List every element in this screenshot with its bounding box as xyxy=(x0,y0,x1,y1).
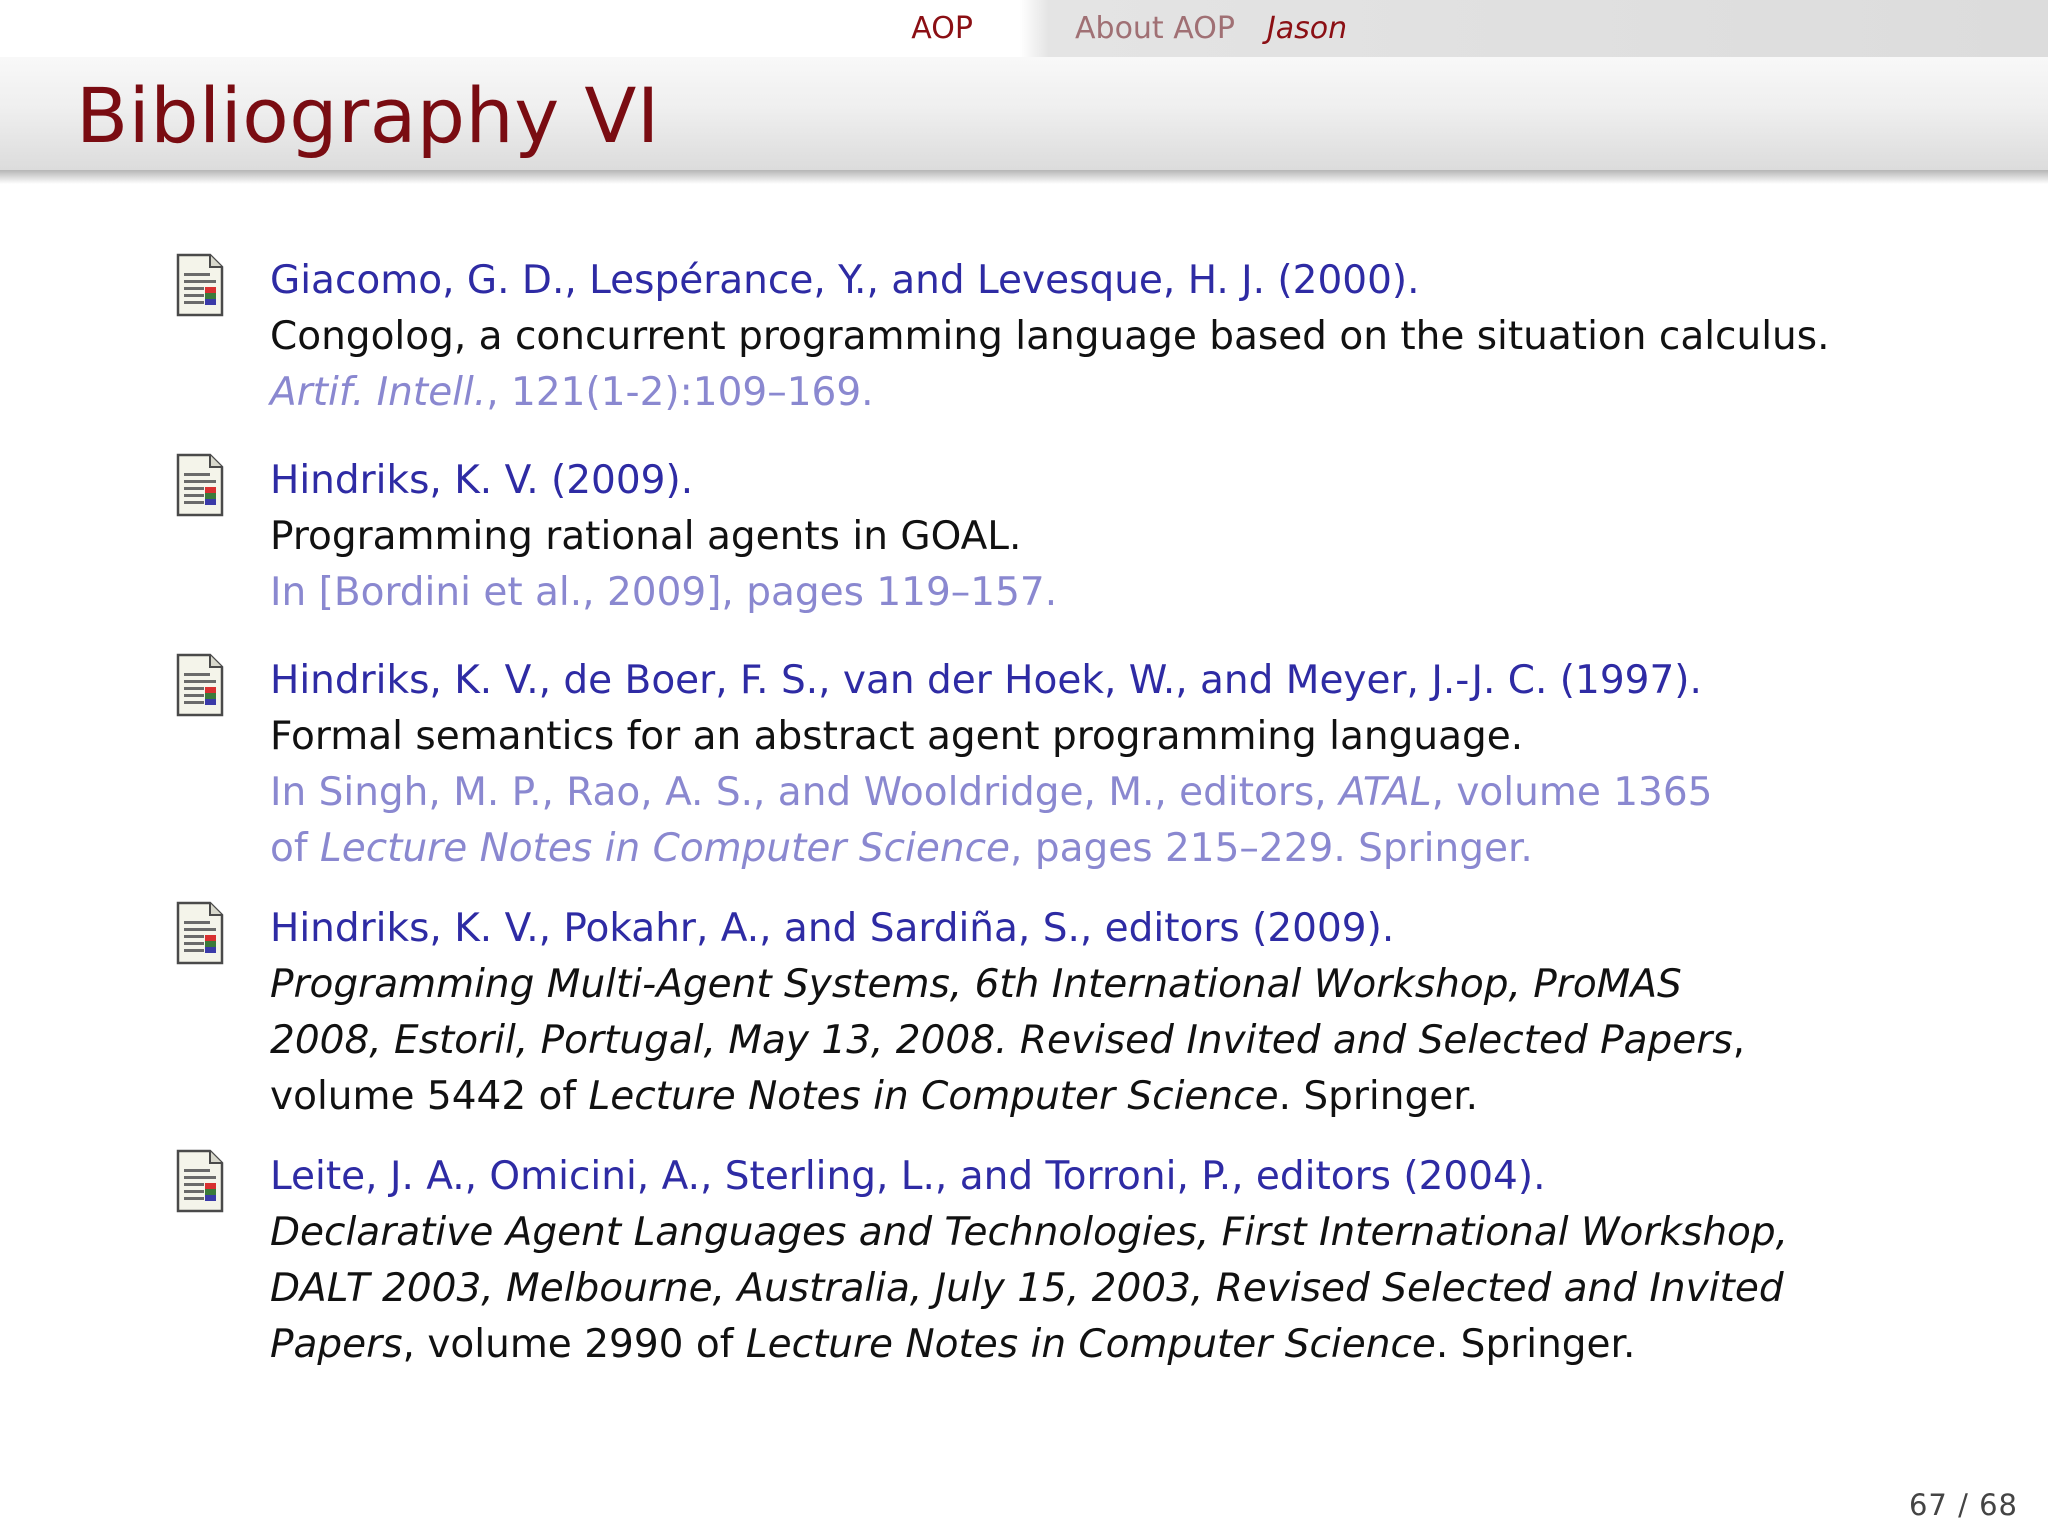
entry-series: Papers, volume 2990 of Lecture Notes in … xyxy=(270,1317,1894,1373)
entry-publisher: . Springer. xyxy=(1278,1074,1479,1119)
entry-authors: Hindriks, K. V., Pokahr, A., and Sardiña… xyxy=(270,906,1395,951)
entry-pub-of: of xyxy=(270,826,320,871)
entry-title-end: Papers xyxy=(270,1322,403,1367)
entry-series-name: Lecture Notes in Computer Science xyxy=(588,1074,1279,1119)
entry-pub-details: , 121(1-2):109–169. xyxy=(486,370,874,415)
nav-link-about-aop[interactable]: About AOP xyxy=(1075,11,1235,46)
entry-publication-cont: of Lecture Notes in Computer Science, pa… xyxy=(270,821,1894,877)
entry-title-cont: 2008, Estoril, Portugal, May 13, 2008. R… xyxy=(270,1013,1894,1069)
entry-publication: Artif. Intell., 121(1-2):109–169. xyxy=(270,365,1894,421)
document-icon xyxy=(176,653,224,717)
entry-publisher: . Springer. xyxy=(1435,1322,1636,1367)
navigation-bar: AOP About AOP Jason xyxy=(0,0,2048,57)
entry-title-text: 2008, Estoril, Portugal, May 13, 2008. R… xyxy=(270,1018,1733,1063)
entry-series-name: Lecture Notes in Computer Science xyxy=(745,1322,1436,1367)
entry-authors: Hindriks, K. V. (2009). xyxy=(270,458,694,503)
entry-volume: volume 5442 of xyxy=(270,1074,589,1119)
entry-title-cont: DALT 2003, Melbourne, Australia, July 15… xyxy=(270,1266,1784,1311)
entry-pub-pages: , pages 215–229. Springer. xyxy=(1010,826,1533,871)
entry-pub-editors: In Singh, M. P., Rao, A. S., and Wooldri… xyxy=(270,770,1340,815)
entry-title: Congolog, a concurrent programming langu… xyxy=(270,314,1830,359)
nav-link-aop[interactable]: AOP xyxy=(911,11,973,46)
nav-link-jason[interactable]: Jason xyxy=(1267,11,1347,46)
entry-authors: Leite, J. A., Omicini, A., Sterling, L.,… xyxy=(270,1154,1546,1199)
document-icon xyxy=(176,1149,224,1213)
page-number: 67 / 68 xyxy=(1908,1488,2018,1522)
entry-publication: In [Bordini et al., 2009], pages 119–157… xyxy=(270,570,1058,615)
document-icon xyxy=(176,253,224,317)
entry-title: Formal semantics for an abstract agent p… xyxy=(270,714,1524,759)
entry-title-comma: , xyxy=(1732,1018,1746,1063)
entry-publication: In Singh, M. P., Rao, A. S., and Wooldri… xyxy=(270,765,1894,821)
document-icon xyxy=(176,901,224,965)
nav-current-section: AOP xyxy=(911,0,973,57)
entry-pub-series: Lecture Notes in Computer Science xyxy=(320,826,1011,871)
bibliography-list: Giacomo, G. D., Lespérance, Y., and Leve… xyxy=(174,253,1894,1405)
entry-authors: Hindriks, K. V., de Boer, F. S., van der… xyxy=(270,658,1702,703)
page-title: Bibliography VI xyxy=(76,71,660,160)
bibliography-entry: Leite, J. A., Omicini, A., Sterling, L.,… xyxy=(174,1149,1894,1373)
entry-series: volume 5442 of Lecture Notes in Computer… xyxy=(270,1069,1894,1125)
entry-title: Declarative Agent Languages and Technolo… xyxy=(270,1210,1789,1255)
bibliography-entry: Hindriks, K. V. (2009). Programming rati… xyxy=(174,453,1894,621)
document-icon xyxy=(176,453,224,517)
entry-authors: Giacomo, G. D., Lespérance, Y., and Leve… xyxy=(270,258,1420,303)
bibliography-entry: Giacomo, G. D., Lespérance, Y., and Leve… xyxy=(174,253,1894,421)
entry-volume: , volume 2990 of xyxy=(402,1322,746,1367)
nav-sections: About AOP Jason xyxy=(1075,0,1347,57)
bibliography-entry: Hindriks, K. V., de Boer, F. S., van der… xyxy=(174,653,1894,877)
entry-journal: Artif. Intell. xyxy=(270,370,487,415)
entry-pub-proceedings: ATAL xyxy=(1339,770,1432,815)
entry-title: Programming Multi-Agent Systems, 6th Int… xyxy=(270,962,1682,1007)
entry-title: Programming rational agents in GOAL. xyxy=(270,514,1022,559)
bibliography-entry: Hindriks, K. V., Pokahr, A., and Sardiña… xyxy=(174,901,1894,1125)
entry-pub-volume: , volume 1365 xyxy=(1431,770,1713,815)
frame-title-bar: Bibliography VI xyxy=(0,57,2048,184)
